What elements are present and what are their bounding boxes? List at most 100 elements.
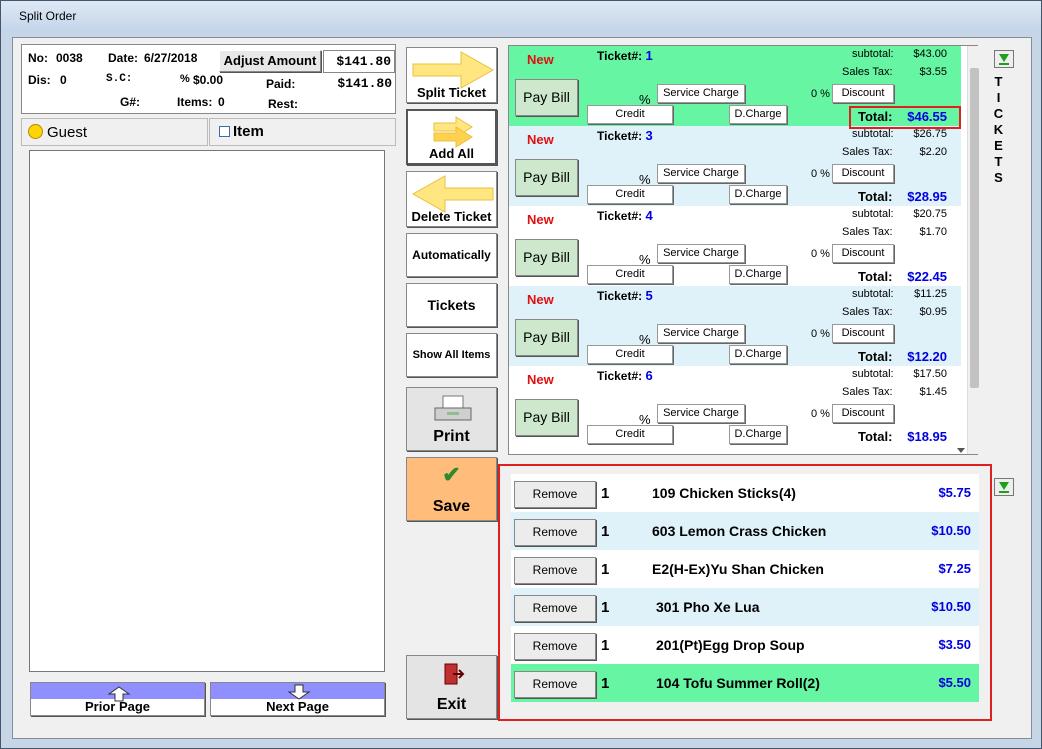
amount-box: $141.80	[323, 50, 395, 73]
credit-button[interactable]: Credit	[587, 265, 673, 284]
credit-button[interactable]: Credit	[587, 345, 673, 364]
exit-button[interactable]: Exit	[406, 655, 497, 719]
ticket-label: Ticket#:	[597, 209, 643, 223]
remove-button[interactable]: Remove	[514, 557, 596, 584]
right-arrow-icon	[412, 51, 495, 89]
ticket-label: Ticket#:	[597, 129, 643, 143]
sales-tax-value: $2.20	[919, 146, 947, 158]
discount-button[interactable]: Discount	[832, 324, 894, 343]
total-label: Total:	[858, 429, 893, 444]
subtotal-value: $20.75	[913, 208, 947, 220]
item-name: 603 Lemon Crass Chicken	[652, 523, 827, 539]
ticket-row[interactable]: New Ticket#: 6 Pay Bill% Service Charge 0 % D…	[509, 366, 961, 446]
total-value: $18.95	[907, 429, 947, 444]
service-charge-button[interactable]: Service Charge	[657, 324, 745, 343]
pay-bill-button[interactable]: Pay Bill	[515, 159, 578, 196]
dcharge-button[interactable]: D.Charge	[729, 345, 787, 364]
remove-button[interactable]: Remove	[514, 671, 596, 698]
save-button[interactable]: ✔ Save	[406, 457, 497, 521]
item-tab[interactable]: Item	[209, 118, 396, 146]
dcharge-button[interactable]: D.Charge	[729, 105, 787, 124]
dcharge-button[interactable]: D.Charge	[729, 185, 787, 204]
order-no: 0038	[56, 51, 83, 65]
double-right-arrow-icon	[433, 116, 473, 148]
remove-button[interactable]: Remove	[514, 595, 596, 622]
g-label: G#:	[120, 95, 141, 109]
guest-tab[interactable]: Guest	[21, 118, 208, 146]
add-all-button[interactable]: Add All	[406, 109, 497, 165]
ticket-item-row[interactable]: Remove 1 E2(H-Ex)Yu Shan Chicken $7.25	[511, 550, 979, 588]
service-charge-button[interactable]: Service Charge	[657, 84, 745, 103]
items-toggle-button[interactable]	[994, 478, 1014, 496]
ticket-row[interactable]: New Ticket#: 5 Pay Bill% Service Charge 0 % D…	[509, 286, 961, 366]
item-label: Item	[233, 123, 264, 140]
sc-amount: $0.00	[193, 73, 224, 87]
automatically-button[interactable]: Automatically	[406, 233, 497, 277]
pay-bill-button[interactable]: Pay Bill	[515, 239, 578, 276]
pay-bill-button[interactable]: Pay Bill	[515, 319, 578, 356]
ticket-item-row[interactable]: Remove 1 201(Pt)Egg Drop Soup $3.50	[511, 626, 979, 664]
scroll-down-arrow-icon[interactable]	[957, 448, 965, 453]
service-charge-button[interactable]: Service Charge	[657, 164, 745, 183]
add-all-label: Add All	[428, 146, 474, 161]
title-bar: Split Order	[1, 1, 1041, 31]
service-charge-button[interactable]: Service Charge	[657, 404, 745, 423]
tickets-vertical-label: TICKETS	[991, 74, 1006, 186]
item-name: 109 Chicken Sticks(4)	[652, 485, 796, 501]
dcharge-button[interactable]: D.Charge	[729, 265, 787, 284]
remove-button[interactable]: Remove	[514, 519, 596, 546]
delete-ticket-button[interactable]: Delete Ticket	[406, 171, 497, 227]
next-page-button[interactable]: Next Page	[210, 682, 385, 716]
ticket-item-row[interactable]: Remove 1 603 Lemon Crass Chicken $10.50	[511, 512, 979, 550]
scroll-thumb[interactable]	[970, 68, 979, 388]
delete-ticket-label: Delete Ticket	[411, 209, 492, 224]
ticket-row[interactable]: New Ticket#: 4 Pay Bill% Service Charge 0 % D…	[509, 206, 961, 286]
service-charge-button[interactable]: Service Charge	[657, 244, 745, 263]
print-button[interactable]: Print	[406, 387, 497, 451]
smiley-icon	[28, 124, 43, 139]
tickets-toggle-button[interactable]	[994, 50, 1014, 68]
discount-button[interactable]: Discount	[832, 244, 894, 263]
window-title: Split Order	[19, 9, 77, 23]
credit-button[interactable]: Credit	[587, 105, 673, 124]
guest-list[interactable]	[29, 150, 385, 672]
remove-button[interactable]: Remove	[514, 481, 596, 508]
item-price: $10.50	[931, 523, 971, 538]
ticket-row[interactable]: New Ticket#: 3 Pay Bill% Service Charge 0 % D…	[509, 126, 961, 206]
prior-page-button[interactable]: Prior Page	[30, 682, 205, 716]
subtotal-value: $26.75	[913, 128, 947, 140]
sales-tax-value: $1.45	[919, 386, 947, 398]
total-label: Total:	[858, 189, 893, 204]
ticket-item-row[interactable]: Remove 1 104 Tofu Summer Roll(2) $5.50	[511, 664, 979, 702]
item-price: $7.25	[938, 561, 971, 576]
tickets-scrollbar[interactable]	[967, 46, 981, 454]
item-name: E2(H-Ex)Yu Shan Chicken	[652, 561, 824, 577]
total-value: $28.95	[907, 189, 947, 204]
ticket-number-label: Ticket#: 3	[597, 128, 653, 143]
checkbox-icon[interactable]	[219, 126, 230, 137]
discount-button[interactable]: Discount	[832, 404, 894, 423]
item-name: 201(Pt)Egg Drop Soup	[656, 637, 805, 653]
credit-button[interactable]: Credit	[587, 185, 673, 204]
tickets-button[interactable]: Tickets	[406, 283, 497, 327]
total-label: Total:	[858, 269, 893, 284]
ticket-item-row[interactable]: Remove 1 301 Pho Xe Lua $10.50	[511, 588, 979, 626]
checkmark-icon: ✔	[442, 462, 461, 487]
dcharge-button[interactable]: D.Charge	[729, 425, 787, 444]
split-ticket-button[interactable]: Split Ticket	[406, 47, 497, 103]
adjust-amount-button[interactable]: Adjust Amount	[219, 50, 321, 72]
pay-bill-button[interactable]: Pay Bill	[515, 79, 578, 116]
show-all-items-button[interactable]: Show All Items	[406, 333, 497, 377]
discount-button[interactable]: Discount	[832, 164, 894, 183]
subtotal-label: subtotal:	[852, 288, 894, 300]
credit-button[interactable]: Credit	[587, 425, 673, 444]
split-ticket-label: Split Ticket	[416, 85, 487, 100]
ticket-label: Ticket#:	[597, 49, 643, 63]
discount-button[interactable]: Discount	[832, 84, 894, 103]
ticket-number-label: Ticket#: 6	[597, 368, 653, 383]
ticket-item-row[interactable]: Remove 1 109 Chicken Sticks(4) $5.75	[511, 474, 979, 512]
order-no-label: No:	[28, 51, 48, 65]
item-qty: 1	[601, 561, 610, 578]
pay-bill-button[interactable]: Pay Bill	[515, 399, 578, 436]
remove-button[interactable]: Remove	[514, 633, 596, 660]
